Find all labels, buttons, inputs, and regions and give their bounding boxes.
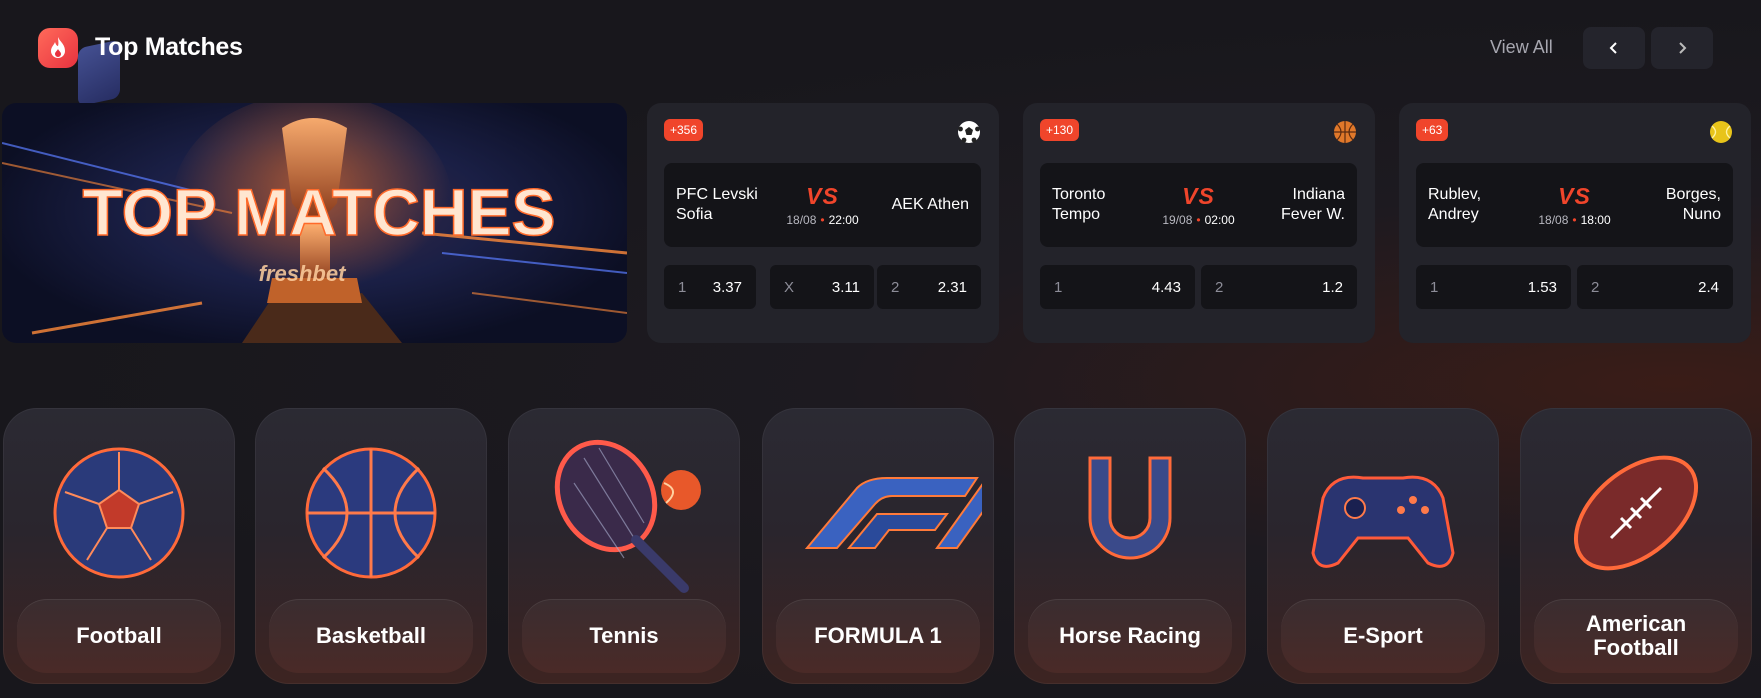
tennis-racket-icon (554, 439, 701, 593)
teams-box: Rublev, Andrey VS 18/08 • 18:00 Borges, Nuno (1416, 163, 1733, 247)
odds-button[interactable]: 2 2.4 (1577, 265, 1733, 309)
category-esport[interactable]: E-Sport (1267, 408, 1499, 684)
category-basketball[interactable]: Basketball (255, 408, 487, 684)
flame-icon (38, 28, 78, 68)
prev-button[interactable] (1583, 27, 1645, 69)
page-title: Top Matches (95, 33, 243, 61)
category-label: Football (17, 599, 221, 673)
top-matches-banner[interactable]: TOP MATCHES freshbet (2, 103, 627, 343)
away-team: Indiana Fever W. (1280, 186, 1345, 223)
view-all-link[interactable]: View All (1490, 37, 1553, 58)
category-football[interactable]: Football (3, 408, 235, 684)
banner-artwork: TOP MATCHES freshbet (2, 103, 627, 343)
category-horse-racing[interactable]: Horse Racing (1014, 408, 1246, 684)
next-button[interactable] (1651, 27, 1713, 69)
basketball-icon (305, 447, 437, 579)
category-label: Horse Racing (1028, 599, 1232, 673)
odds-button[interactable]: 2 1.2 (1201, 265, 1357, 309)
category-label: Basketball (269, 599, 473, 673)
away-team: Borges, Nuno (1665, 186, 1721, 223)
teams-box: PFC Levski Sofia VS 18/08 • 22:00 AEK Athen (664, 163, 981, 247)
category-formula-1[interactable]: FORMULA 1 (762, 408, 994, 684)
odds-button[interactable]: 1 3.37 (664, 265, 756, 309)
basketball-icon (1334, 121, 1356, 143)
banner-title: TOP MATCHES (82, 175, 555, 249)
american-football-icon (1573, 455, 1699, 571)
market-count-badge: +63 (1416, 119, 1449, 141)
chevron-left-icon (1609, 42, 1617, 54)
market-count-badge: +130 (1040, 119, 1080, 141)
f1-logo-icon (804, 477, 982, 549)
category-label: FORMULA 1 (776, 599, 980, 673)
category-american-football[interactable]: American Football (1520, 408, 1752, 684)
odds-button[interactable]: X 3.11 (770, 265, 874, 309)
category-label: American Football (1534, 599, 1738, 673)
match-card[interactable]: +356 PFC Levski Sofia VS 18/08 • 22:00 AEK … (647, 103, 999, 343)
teams-box: Toronto Tempo VS 19/08 • 02:00 Indiana Fever… (1040, 163, 1357, 247)
match-card[interactable]: +130 Toronto Tempo VS 19/08 • 02:00 Indiana… (1023, 103, 1375, 343)
category-label: E-Sport (1281, 599, 1485, 673)
market-count-badge: +356 (664, 119, 704, 141)
football-icon (958, 121, 980, 143)
banner-brand: freshbet (259, 261, 347, 286)
category-tennis[interactable]: Tennis (508, 408, 740, 684)
tennis-ball-icon (1710, 121, 1732, 143)
match-card[interactable]: +63 Rublev, Andrey VS 18/08 • 18:00 Borges,… (1399, 103, 1751, 343)
odds-button[interactable]: 1 1.53 (1416, 265, 1571, 309)
top-matches-header: Top Matches View All (0, 0, 1761, 107)
away-team: AEK Athen (891, 196, 969, 213)
chevron-right-icon (1679, 42, 1687, 54)
soccer-ball-icon (53, 447, 185, 579)
gamepad-icon (1311, 475, 1455, 568)
odds-button[interactable]: 1 4.43 (1040, 265, 1195, 309)
category-label: Tennis (522, 599, 726, 673)
horseshoe-icon (1088, 456, 1172, 560)
odds-button[interactable]: 2 2.31 (877, 265, 981, 309)
